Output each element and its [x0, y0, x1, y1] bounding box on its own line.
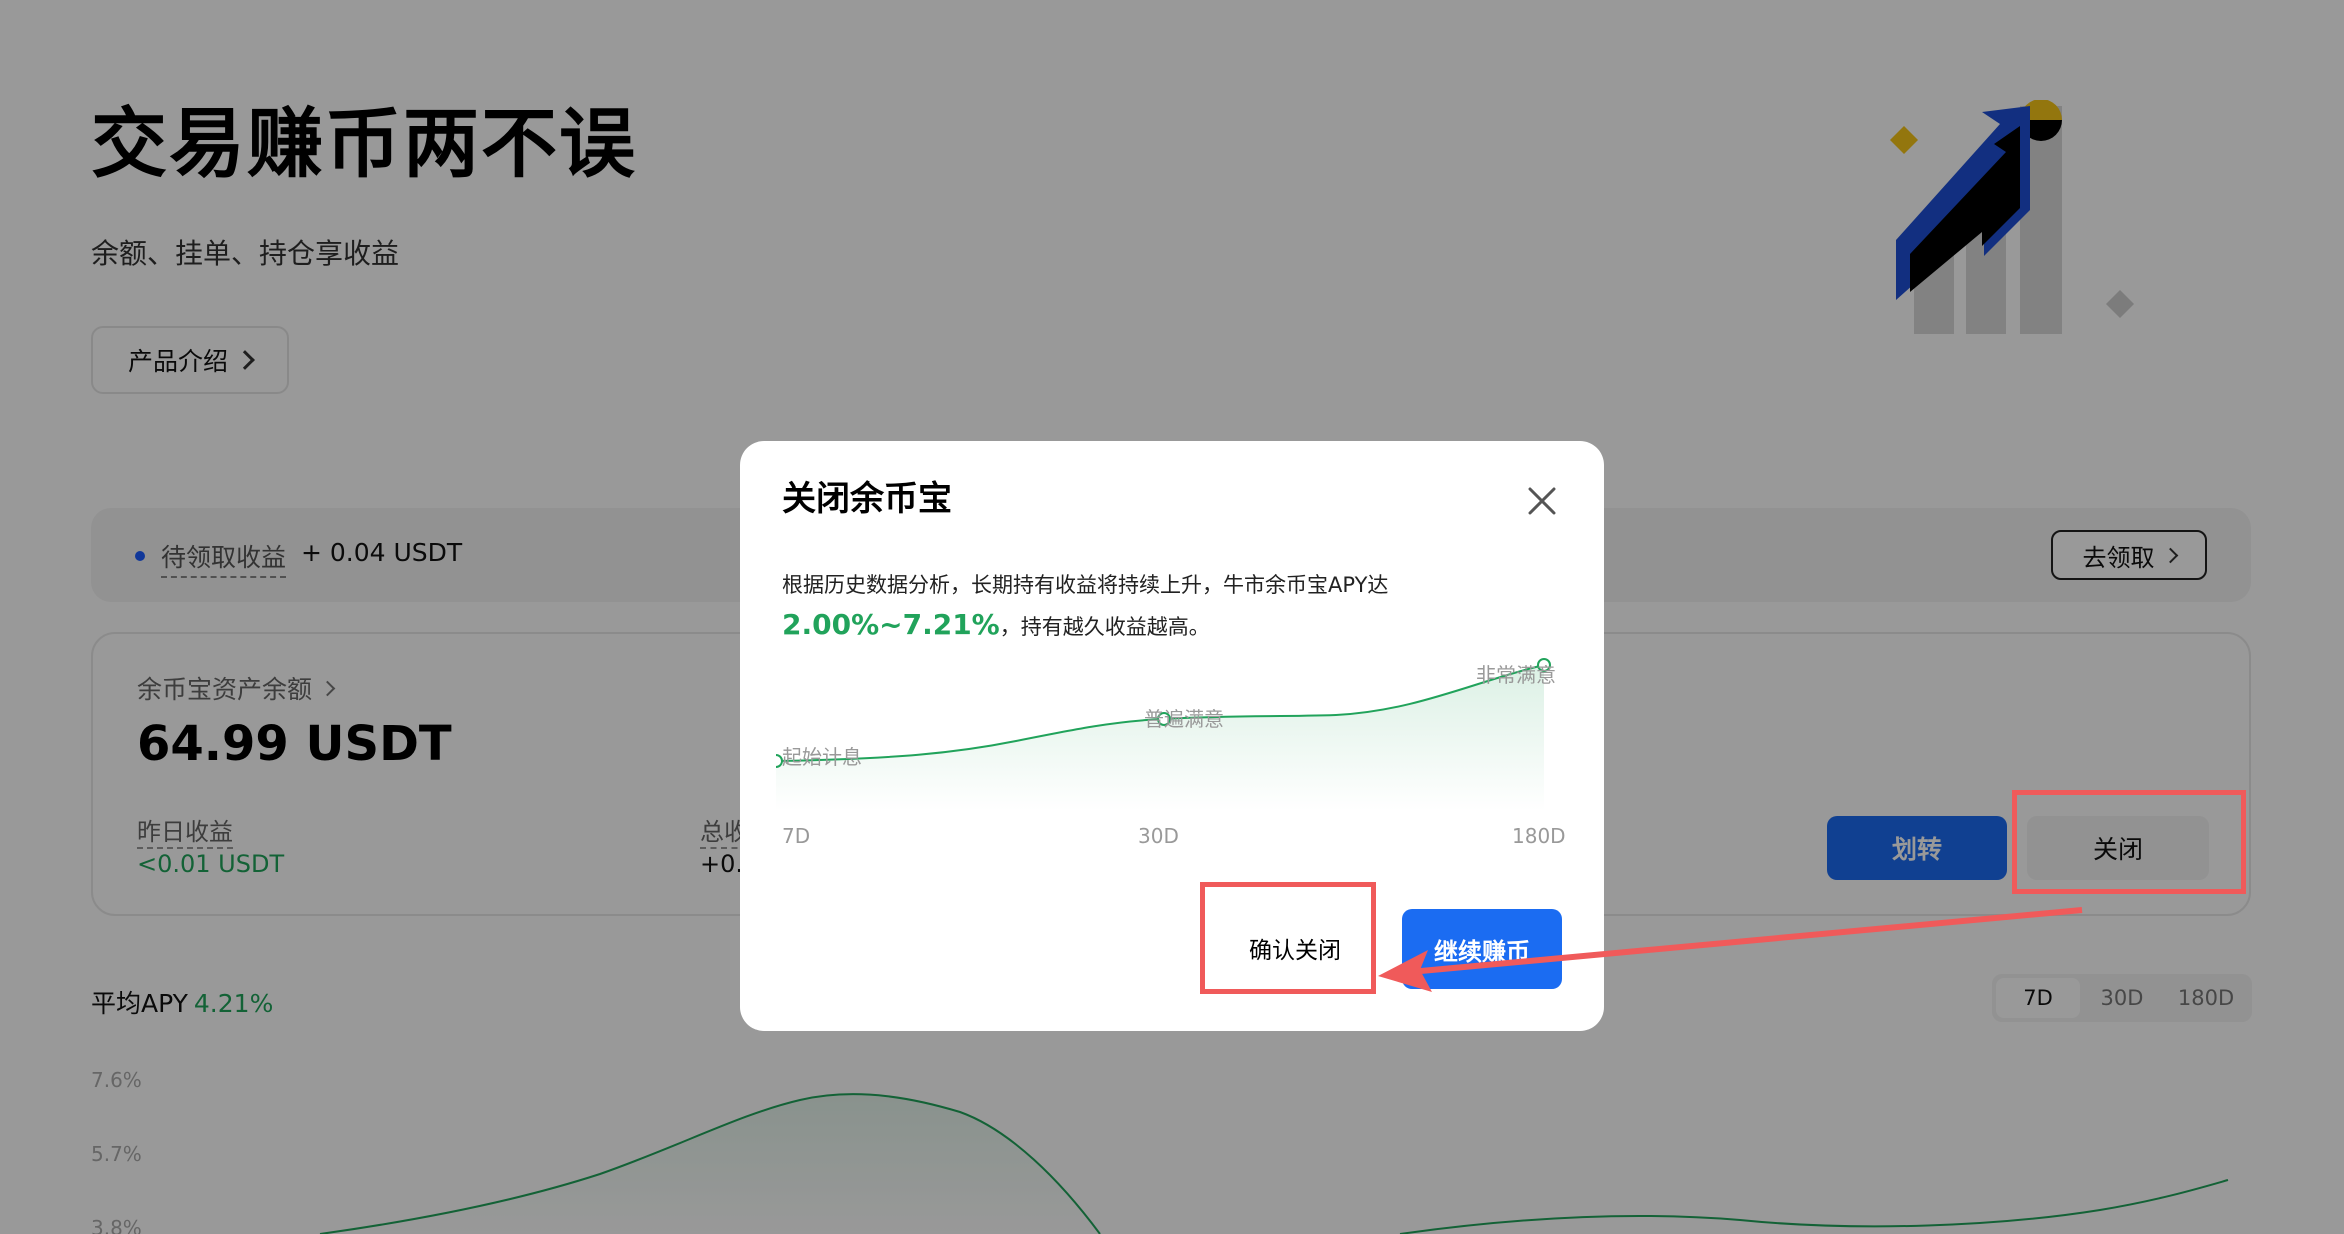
- x-label-180d: 180D: [1512, 824, 1566, 848]
- apy-range: 2.00%~7.21%: [782, 608, 1000, 641]
- dialog-description: 根据历史数据分析，长期持有收益将持续上升，牛市余币宝APY达 2.00%~7.2…: [782, 565, 1562, 647]
- close-savings-dialog: 关闭余币宝 根据历史数据分析，长期持有收益将持续上升，牛市余币宝APY达 2.0…: [740, 441, 1604, 1031]
- x-label-30d: 30D: [1138, 824, 1179, 848]
- dialog-title: 关闭余币宝: [782, 479, 952, 519]
- continue-earning-button[interactable]: 继续赚币: [1402, 909, 1562, 989]
- x-label-7d: 7D: [782, 824, 811, 848]
- dialog-description-tail: ，持有越久收益越高。: [999, 615, 1210, 639]
- point-label-satisfied: 普遍满意: [1144, 707, 1224, 731]
- dialog-description-text: 根据历史数据分析，长期持有收益将持续上升，牛市余币宝APY达: [782, 573, 1389, 597]
- close-icon[interactable]: [1524, 483, 1560, 519]
- confirm-close-button[interactable]: 确认关闭: [1210, 909, 1380, 987]
- chart-area: [776, 665, 1544, 811]
- point-label-start: 起始计息: [782, 745, 862, 769]
- point-label-very-satisfied: 非常满意: [1476, 663, 1556, 687]
